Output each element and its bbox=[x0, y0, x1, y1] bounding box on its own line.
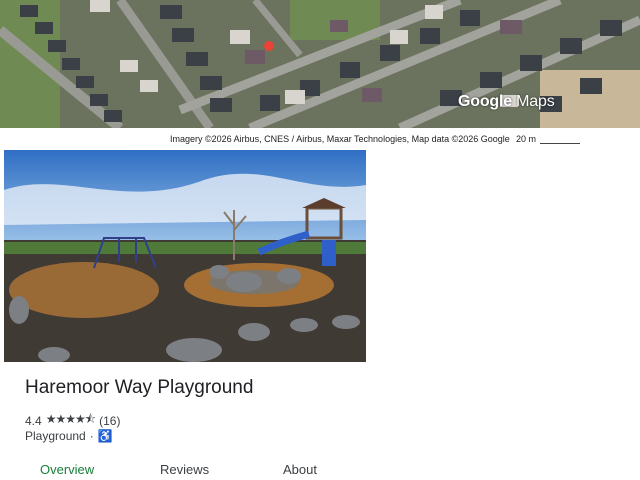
map-attribution-bar: Imagery ©2026 Airbus, CNES / Airbus, Max… bbox=[0, 128, 640, 150]
tab-about[interactable]: About bbox=[283, 462, 317, 477]
google-maps-logo: Google Maps bbox=[458, 93, 555, 110]
playground-image bbox=[4, 150, 366, 362]
place-tabs: Overview Reviews About bbox=[0, 456, 370, 480]
rating-row[interactable]: 4.4 ★★★★⯪ (16) bbox=[25, 410, 120, 431]
satellite-map[interactable]: Google Maps bbox=[0, 0, 640, 128]
attribution-text[interactable]: Imagery ©2026 Airbus, CNES / Airbus, Max… bbox=[170, 134, 510, 144]
scale-label[interactable]: 20 m bbox=[516, 134, 536, 144]
separator-dot: · bbox=[89, 429, 94, 443]
place-title: Haremoor Way Playground bbox=[25, 377, 254, 398]
scale-bar bbox=[540, 143, 580, 144]
tab-overview[interactable]: Overview bbox=[40, 462, 94, 477]
tab-reviews[interactable]: Reviews bbox=[160, 462, 209, 477]
star-rating-icon: ★★★★⯪ bbox=[45, 412, 96, 426]
place-photo[interactable] bbox=[4, 150, 366, 362]
rating-value: 4.4 bbox=[25, 413, 42, 428]
place-category[interactable]: Playground bbox=[25, 429, 86, 443]
wheelchair-icon[interactable]: ♿ bbox=[98, 429, 113, 443]
review-count[interactable]: (16) bbox=[99, 414, 120, 428]
category-row: Playground · ♿ bbox=[25, 429, 113, 443]
